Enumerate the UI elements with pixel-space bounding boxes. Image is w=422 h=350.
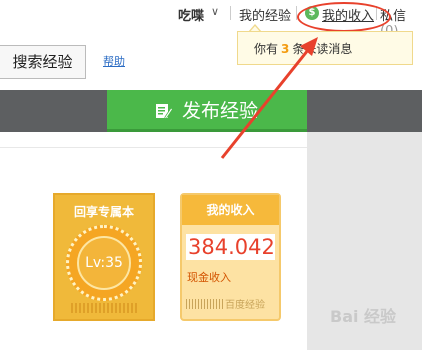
level-card[interactable]: 回享专属本 Lv:35 (53, 193, 155, 321)
barcode-icon (186, 299, 224, 309)
help-link[interactable]: 帮助 (103, 53, 125, 69)
income-card-title: 我的收入 (182, 195, 279, 225)
watermark-logo: Bai 经验 (330, 307, 397, 326)
level-card-title: 回享专属本 (73, 205, 134, 219)
income-value: 384.042 (186, 234, 275, 260)
level-value: Lv:35 (77, 236, 131, 290)
tooltip-prefix: 你有 (254, 42, 279, 56)
highlight-oval (297, 2, 391, 32)
divider (0, 147, 307, 148)
income-card[interactable]: 我的收入 384.042 现金收入 百度经验 (180, 193, 281, 321)
decorative-strip (71, 303, 137, 313)
edit-icon (156, 104, 173, 120)
tooltip-count: 3 (281, 42, 290, 56)
my-experience-link[interactable]: 我的经验 (239, 5, 291, 24)
user-name[interactable]: 吃喋 (178, 5, 204, 24)
divider (230, 6, 231, 20)
chevron-down-icon[interactable]: ∨ (211, 5, 219, 18)
publish-label: 发布经验 (182, 100, 259, 122)
publish-experience-button[interactable]: 发布经验 (107, 90, 307, 132)
income-brand: 百度经验 (225, 300, 265, 311)
search-experience-button[interactable]: 搜索经验 (0, 45, 86, 79)
income-label: 现金收入 (187, 271, 231, 284)
level-medal-icon: Lv:35 (66, 225, 142, 301)
unread-messages-tooltip[interactable]: 你有 3 条未读消息 (237, 31, 413, 65)
tooltip-suffix: 条未读消息 (292, 42, 353, 56)
